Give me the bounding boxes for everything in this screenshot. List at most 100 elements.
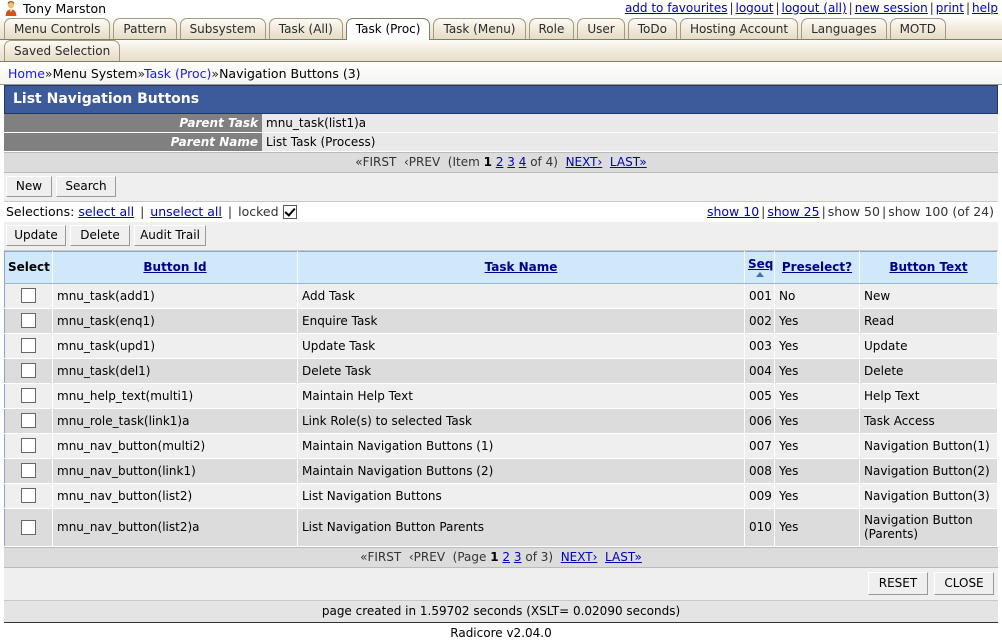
show-10-link[interactable]: show 10: [707, 204, 759, 219]
tab-hosting-account[interactable]: Hosting Account: [680, 18, 798, 39]
row-select-cell: [5, 509, 53, 547]
tab-task-menu[interactable]: Task (Menu): [433, 18, 525, 39]
cell-preselect: Yes: [775, 434, 860, 459]
pager-last-link[interactable]: LAST»: [610, 155, 647, 169]
update-button[interactable]: Update: [6, 225, 66, 246]
tab-menu-controls[interactable]: Menu Controls: [4, 18, 110, 39]
tab-subsystem[interactable]: Subsystem: [180, 18, 266, 39]
breadcrumb: Home»Menu System»Task (Proc)»Navigation …: [0, 62, 1002, 85]
top-pager: «FIRST ‹PREV (Item 1 2 3 4 of 4) NEXT› L…: [4, 152, 998, 173]
sort-link-button-id[interactable]: Button Id: [143, 260, 206, 274]
show-25-link[interactable]: show 25: [767, 204, 819, 219]
cell-button-id: mnu_task(del1): [53, 359, 298, 384]
user-block: Tony Marston: [4, 1, 106, 16]
tab-saved-selection[interactable]: Saved Selection: [4, 40, 120, 61]
column-header-preselect[interactable]: Preselect?: [775, 252, 860, 284]
main-content: List Navigation Buttons Parent Task mnu_…: [0, 85, 1002, 623]
row-select-cell: [5, 309, 53, 334]
tab-languages[interactable]: Languages: [801, 18, 886, 39]
row-checkbox[interactable]: [21, 363, 36, 378]
print-link[interactable]: print: [936, 1, 964, 15]
row-checkbox[interactable]: [21, 463, 36, 478]
row-checkbox[interactable]: [21, 438, 36, 453]
column-header-seq[interactable]: Seq: [745, 252, 775, 284]
sort-link-task-name[interactable]: Task Name: [485, 260, 558, 274]
add-to-favourites-link[interactable]: add to favourites: [625, 1, 728, 15]
column-header-button-text[interactable]: Button Text: [860, 252, 998, 284]
cell-button-text: Navigation Button(Parents): [860, 509, 998, 547]
bottom-pager-next-link[interactable]: NEXT›: [561, 550, 598, 564]
breadcrumb-task-proc[interactable]: Task (Proc): [144, 66, 211, 81]
pager-next-link[interactable]: NEXT›: [566, 155, 603, 169]
sort-ascending-icon: [756, 272, 764, 277]
cell-seq: 002: [745, 309, 775, 334]
total-count: (of 24): [952, 204, 994, 219]
mid-button-row: UpdateDeleteAudit Trail: [4, 222, 998, 251]
audit-trail-button[interactable]: Audit Trail: [134, 225, 206, 246]
tab-role[interactable]: Role: [529, 18, 575, 39]
locked-checkbox[interactable]: [283, 205, 297, 219]
bottom-pager-of: of 3): [525, 550, 553, 564]
sort-link-preselect[interactable]: Preselect?: [782, 260, 852, 274]
new-session-link[interactable]: new session: [855, 1, 928, 15]
select-all-link[interactable]: select all: [78, 204, 134, 219]
cell-button-id: mnu_nav_button(multi2): [53, 434, 298, 459]
logout-all-link[interactable]: logout (all): [782, 1, 847, 15]
cell-task-name: List Navigation Button Parents: [298, 509, 745, 547]
search-button[interactable]: Search: [56, 176, 116, 197]
row-select-cell: [5, 334, 53, 359]
cell-button-id: mnu_nav_button(list2)a: [53, 509, 298, 547]
cell-button-text: Delete: [860, 359, 998, 384]
cell-seq: 001: [745, 284, 775, 309]
sort-link-button-text[interactable]: Button Text: [889, 260, 967, 274]
tab-user[interactable]: User: [577, 18, 624, 39]
new-button[interactable]: New: [6, 176, 52, 197]
tab-todo[interactable]: ToDo: [628, 18, 677, 39]
column-header-task-name[interactable]: Task Name: [298, 252, 745, 284]
tab-motd[interactable]: MOTD: [890, 18, 946, 39]
row-checkbox[interactable]: [21, 413, 36, 428]
table-row: mnu_role_task(link1)aLink Role(s) to sel…: [5, 409, 998, 434]
cell-button-text: Navigation Button(1): [860, 434, 998, 459]
row-checkbox[interactable]: [21, 338, 36, 353]
pager-item-4[interactable]: 4: [519, 155, 527, 169]
row-checkbox[interactable]: [21, 288, 36, 303]
page-title: List Navigation Buttons: [4, 85, 998, 114]
close-button[interactable]: CLOSE: [934, 572, 994, 595]
pager-item-2[interactable]: 2: [496, 155, 504, 169]
sort-link-seq[interactable]: Seq: [748, 257, 773, 271]
bottom-pager-page-3[interactable]: 3: [514, 550, 522, 564]
help-link[interactable]: help: [972, 1, 998, 15]
link-separator: |: [964, 1, 972, 15]
row-checkbox[interactable]: [21, 488, 36, 503]
cell-seq: 010: [745, 509, 775, 547]
cell-seq: 005: [745, 384, 775, 409]
reset-button[interactable]: RESET: [868, 572, 928, 595]
top-links: add to favourites|logout|logout (all)|ne…: [625, 1, 998, 15]
bottom-pager-first-disabled: «FIRST: [360, 550, 401, 564]
cell-task-name: Maintain Navigation Buttons (2): [298, 459, 745, 484]
bottom-pager-page-2[interactable]: 2: [502, 550, 510, 564]
row-select-cell: [5, 434, 53, 459]
logout-link[interactable]: logout: [736, 1, 774, 15]
row-checkbox[interactable]: [21, 313, 36, 328]
cell-seq: 004: [745, 359, 775, 384]
cell-task-name: Delete Task: [298, 359, 745, 384]
cell-button-id: mnu_task(enq1): [53, 309, 298, 334]
table-body: mnu_task(add1)Add Task001NoNewmnu_task(e…: [5, 284, 998, 547]
bottom-pager-last-link[interactable]: LAST»: [605, 550, 642, 564]
pager-prev-disabled: ‹PREV: [404, 155, 440, 169]
row-checkbox[interactable]: [21, 520, 36, 535]
pager-item-3[interactable]: 3: [507, 155, 515, 169]
sep: |: [138, 204, 146, 219]
unselect-all-link[interactable]: unselect all: [150, 204, 222, 219]
tab-pattern[interactable]: Pattern: [113, 18, 176, 39]
breadcrumb-home[interactable]: Home: [8, 66, 45, 81]
row-checkbox[interactable]: [21, 388, 36, 403]
row-select-cell: [5, 284, 53, 309]
tab-task-proc[interactable]: Task (Proc): [346, 18, 431, 40]
delete-button[interactable]: Delete: [70, 225, 130, 246]
link-separator: |: [773, 1, 781, 15]
tab-task-all[interactable]: Task (All): [269, 18, 343, 39]
column-header-button-id[interactable]: Button Id: [53, 252, 298, 284]
